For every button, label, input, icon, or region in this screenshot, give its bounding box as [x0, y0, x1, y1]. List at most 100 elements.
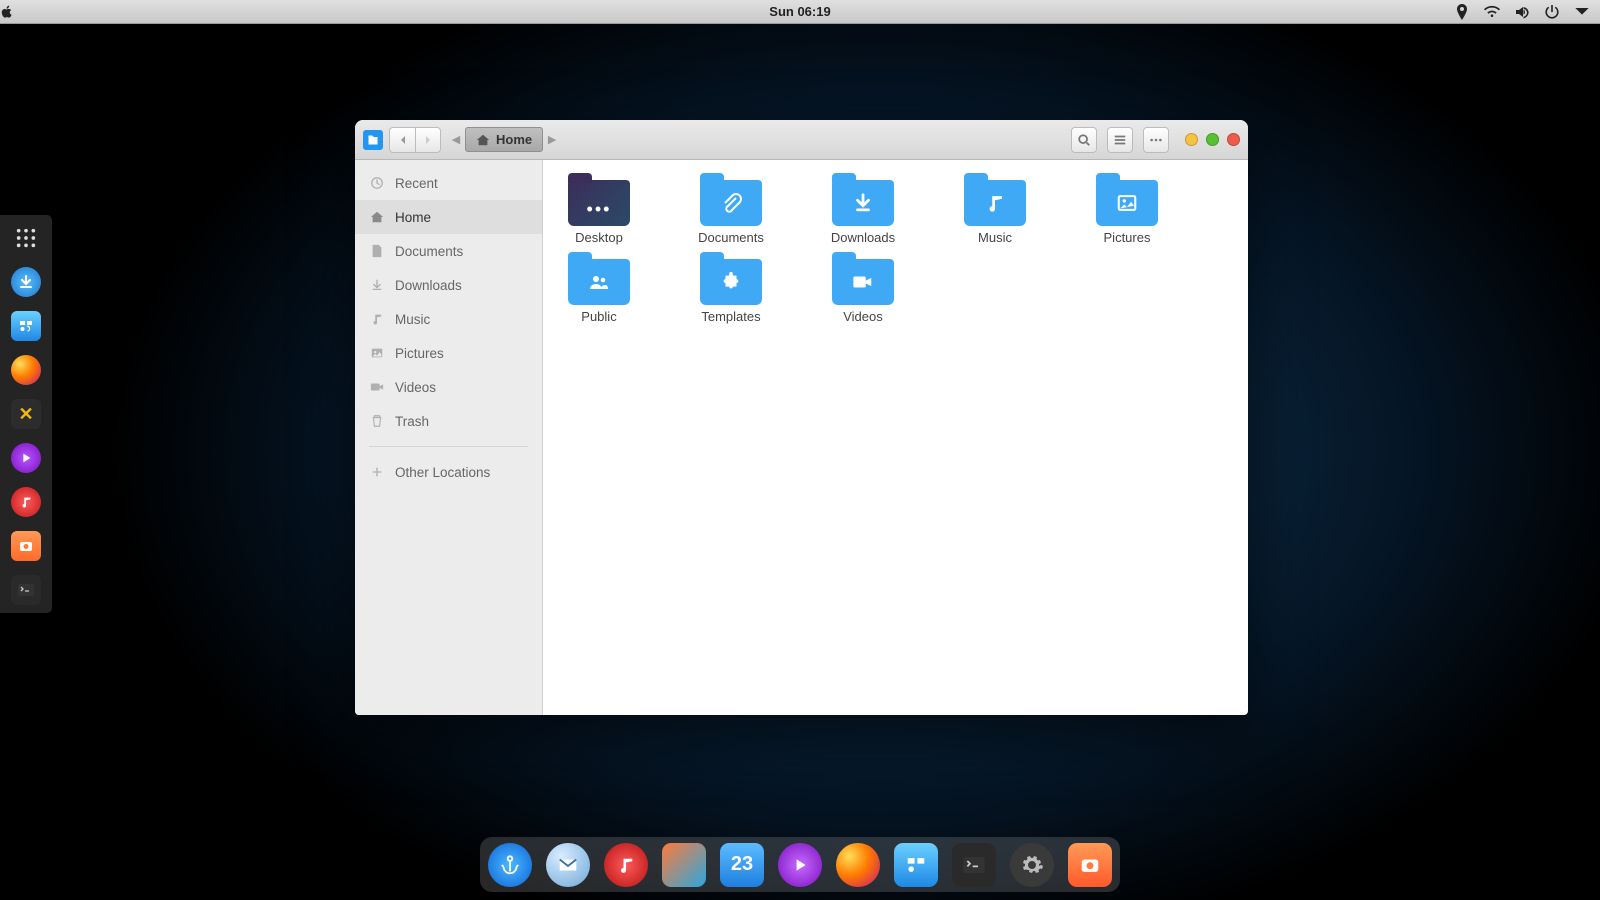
sidebar-item-other-locations[interactable]: Other Locations [355, 455, 542, 489]
trash-icon [369, 413, 385, 429]
window-minimize-button[interactable] [1185, 133, 1198, 146]
puzzle-icon [700, 259, 762, 305]
dock-media-player-icon[interactable] [778, 843, 822, 887]
sidebar-item-music[interactable]: Music [355, 302, 542, 336]
folder-public[interactable]: Public [553, 253, 645, 324]
system-menubar: Sun 06:19 [0, 0, 1600, 24]
folder-label: Documents [698, 230, 764, 245]
dash-download-manager-icon[interactable] [11, 267, 41, 297]
dock-mail-icon[interactable] [546, 843, 590, 887]
dock-music-icon[interactable] [604, 843, 648, 887]
path-chevron-left-icon[interactable]: ◀ [447, 133, 465, 146]
dock-photos-icon[interactable] [662, 843, 706, 887]
dash-files-icon[interactable] [11, 311, 41, 341]
sidebar-item-label: Recent [395, 176, 438, 191]
dash-firefox-icon[interactable] [11, 355, 41, 385]
path-bar: ◀ Home ▶ [447, 127, 561, 152]
sidebar-item-recent[interactable]: Recent [355, 166, 542, 200]
menubar-clock[interactable]: Sun 06:19 [769, 4, 830, 19]
sidebar-item-label: Videos [395, 380, 436, 395]
dock-screenshot-icon[interactable] [1068, 843, 1112, 887]
folder-label: Downloads [831, 230, 895, 245]
folder-label: Public [581, 309, 616, 324]
folder-music[interactable]: Music [949, 174, 1041, 245]
folder-pictures[interactable]: Pictures [1081, 174, 1173, 245]
sidebar-separator [369, 446, 528, 447]
video-icon [832, 259, 894, 305]
music-icon [369, 311, 385, 327]
plus-icon [369, 464, 385, 480]
folder-videos[interactable]: Videos [817, 253, 909, 324]
apple-menu-icon[interactable] [0, 5, 26, 19]
nav-back-button[interactable] [389, 127, 415, 153]
videos-icon [369, 379, 385, 395]
sidebar-item-label: Documents [395, 244, 463, 259]
folder-desktop[interactable]: ••• Desktop [553, 174, 645, 245]
dash-media-player-icon[interactable] [11, 443, 41, 473]
dash-apps-grid-icon[interactable] [11, 223, 41, 253]
power-icon[interactable] [1544, 4, 1560, 20]
sidebar-item-label: Home [395, 210, 431, 225]
file-manager-window: ◀ Home ▶ Recent Home [355, 120, 1248, 715]
menubar-tray [1454, 4, 1600, 20]
window-maximize-button[interactable] [1206, 133, 1219, 146]
folder-downloads[interactable]: Downloads [817, 174, 909, 245]
calendar-day-label: 23 [731, 853, 753, 876]
dock-anchor-icon[interactable] [488, 843, 532, 887]
menu-chevron-down-icon[interactable] [1574, 4, 1590, 20]
left-dash-panel: ✕ [0, 215, 52, 613]
wifi-icon[interactable] [1484, 4, 1500, 20]
volume-icon[interactable] [1514, 4, 1530, 20]
dash-music-icon[interactable] [11, 487, 41, 517]
window-controls [1185, 133, 1240, 146]
window-close-button[interactable] [1227, 133, 1240, 146]
sidebar-item-pictures[interactable]: Pictures [355, 336, 542, 370]
dock-calendar-icon[interactable]: 23 [720, 843, 764, 887]
dash-plex-icon[interactable]: ✕ [11, 399, 41, 429]
dash-terminal-icon[interactable] [11, 575, 41, 605]
sidebar-item-label: Other Locations [395, 465, 490, 480]
clock-icon [369, 175, 385, 191]
music-note-icon [964, 180, 1026, 226]
path-segment-home[interactable]: Home [465, 127, 543, 152]
folder-label: Music [978, 230, 1012, 245]
documents-icon [369, 243, 385, 259]
downloads-icon [369, 277, 385, 293]
home-icon [369, 209, 385, 225]
paperclip-icon [700, 180, 762, 226]
dock-terminal-icon[interactable] [952, 843, 996, 887]
more-menu-button[interactable] [1143, 127, 1169, 153]
image-icon [1096, 180, 1158, 226]
view-list-button[interactable] [1107, 127, 1133, 153]
folder-label: Pictures [1104, 230, 1151, 245]
home-icon [476, 133, 490, 147]
folder-documents[interactable]: Documents [685, 174, 777, 245]
desktop-dots-icon: ••• [568, 180, 630, 226]
sidebar-item-label: Music [395, 312, 430, 327]
dock-files-icon[interactable] [894, 843, 938, 887]
bottom-dock: 23 [480, 837, 1120, 892]
search-button[interactable] [1071, 127, 1097, 153]
nav-forward-button[interactable] [415, 127, 441, 153]
location-icon[interactable] [1454, 4, 1470, 20]
sidebar-item-trash[interactable]: Trash [355, 404, 542, 438]
folder-label: Templates [701, 309, 760, 324]
folder-templates[interactable]: Templates [685, 253, 777, 324]
folder-label: Videos [843, 309, 883, 324]
dock-firefox-icon[interactable] [836, 843, 880, 887]
file-manager-content[interactable]: ••• Desktop Documents Downloads Music [543, 160, 1248, 715]
sidebar-item-home[interactable]: Home [355, 200, 542, 234]
dash-screenshot-icon[interactable] [11, 531, 41, 561]
sidebar-item-downloads[interactable]: Downloads [355, 268, 542, 302]
file-manager-sidebar: Recent Home Documents Downloads Music Pi… [355, 160, 543, 715]
download-arrow-icon [832, 180, 894, 226]
path-chevron-right-icon[interactable]: ▶ [543, 133, 561, 146]
folder-label: Desktop [575, 230, 623, 245]
sidebar-item-documents[interactable]: Documents [355, 234, 542, 268]
pictures-icon [369, 345, 385, 361]
dock-settings-icon[interactable] [1010, 843, 1054, 887]
sidebar-item-videos[interactable]: Videos [355, 370, 542, 404]
people-icon [568, 259, 630, 305]
app-icon [363, 130, 383, 150]
path-segment-label: Home [496, 132, 532, 147]
